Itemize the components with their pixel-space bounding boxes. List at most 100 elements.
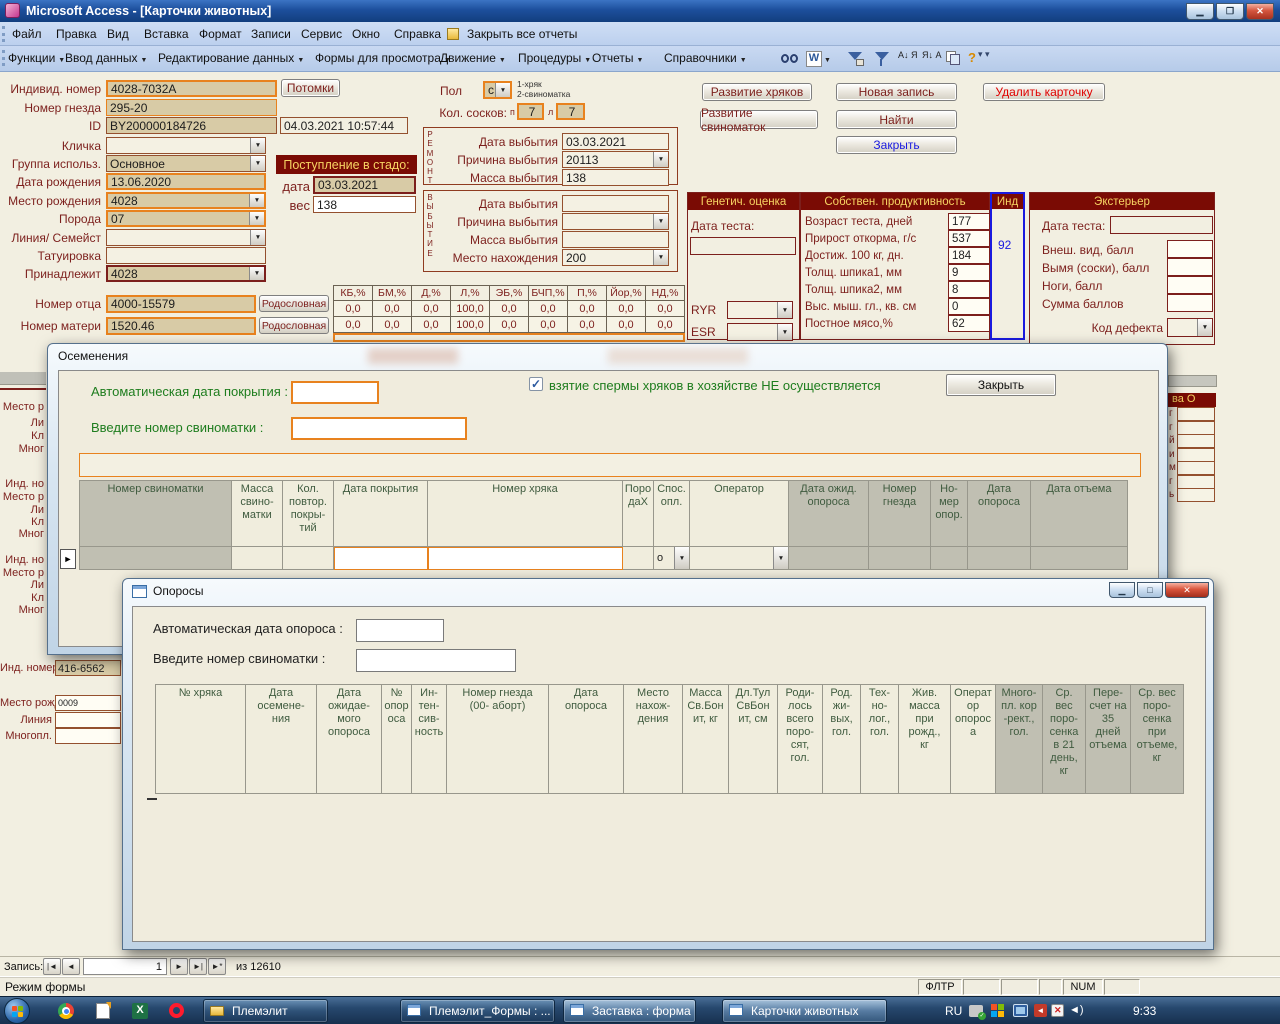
genetics-test-date-field[interactable] bbox=[690, 237, 796, 255]
marker-esr-dropdown[interactable]: ▼ bbox=[727, 323, 793, 341]
filter-icon[interactable] bbox=[874, 52, 890, 66]
teats-right-field[interactable]: 7 bbox=[556, 103, 585, 120]
field-8[interactable]: 07▼ bbox=[106, 210, 266, 227]
field-7[interactable]: 4028▼ bbox=[106, 192, 266, 209]
new-row-cell[interactable] bbox=[968, 547, 1031, 570]
menu-item-close-reports[interactable]: Закрыть все отчеты bbox=[463, 25, 581, 43]
vybytie-row-field[interactable] bbox=[562, 195, 669, 212]
prev-record-button[interactable]: ◄ bbox=[62, 958, 80, 975]
menu-item-2[interactable]: Правка bbox=[52, 25, 101, 43]
excel-icon[interactable]: X bbox=[132, 1003, 148, 1019]
task-button-1[interactable]: Племэлит bbox=[203, 999, 328, 1023]
menu-item-9[interactable]: Справка bbox=[390, 25, 445, 43]
toolbar-menu-3[interactable]: Редактирование данных▼ bbox=[158, 51, 304, 65]
calendar-tray-icon[interactable]: ✕ bbox=[1051, 1004, 1064, 1017]
chevron-down-icon[interactable]: ▼ bbox=[777, 302, 792, 318]
menu-item-7[interactable]: Сервис bbox=[297, 25, 346, 43]
menu-item-8[interactable]: Окно bbox=[348, 25, 384, 43]
toolbar-menu-8[interactable]: Справочники▼ bbox=[664, 51, 747, 65]
close-form-button[interactable]: Закрыть bbox=[836, 136, 957, 154]
menu-item-6[interactable]: Записи bbox=[247, 25, 295, 43]
current-record-input[interactable]: 1 bbox=[83, 958, 167, 975]
maximize-button[interactable]: □ bbox=[1137, 582, 1163, 598]
menu-item-4[interactable]: Вставка bbox=[140, 25, 193, 43]
sow-development-button[interactable]: Развитие свиноматок bbox=[700, 110, 818, 129]
new-row-cell[interactable] bbox=[931, 547, 968, 570]
next-record-button[interactable]: ► bbox=[170, 958, 188, 975]
speaker-tray-icon[interactable]: ◄) bbox=[1069, 1004, 1084, 1016]
task-button-4[interactable]: Карточки животных bbox=[722, 999, 887, 1023]
toolbar-menu-1[interactable]: Функции▼ bbox=[8, 51, 65, 65]
sex-dropdown[interactable]: с▼ bbox=[483, 81, 512, 99]
new-row-cell[interactable] bbox=[232, 547, 283, 570]
remont-row-field[interactable]: 03.03.2021 bbox=[562, 133, 669, 150]
close-button[interactable]: ✕ bbox=[1246, 3, 1274, 20]
properties-icon[interactable] bbox=[946, 51, 962, 66]
minimize-button[interactable]: ▁ bbox=[1109, 582, 1135, 598]
exterior-score-field[interactable] bbox=[1167, 294, 1213, 312]
pedigree-button[interactable]: Родословная bbox=[259, 317, 329, 334]
field-10[interactable] bbox=[106, 247, 266, 264]
row-selector[interactable]: ► bbox=[60, 549, 76, 569]
menu-item-3[interactable]: Вид bbox=[103, 25, 133, 43]
sort-asc-icon[interactable]: А↓ Я bbox=[898, 51, 918, 59]
vybytie-row-field[interactable]: ▼ bbox=[562, 213, 669, 230]
boar-development-button[interactable]: Развитие хряков bbox=[702, 83, 812, 101]
chevron-down-icon[interactable]: ▼ bbox=[653, 152, 668, 167]
chevron-down-icon[interactable]: ▼ bbox=[495, 83, 510, 97]
dialog-close-button[interactable]: Закрыть bbox=[946, 374, 1056, 396]
new-row-cell[interactable] bbox=[334, 547, 428, 570]
toolbar-menu-4[interactable]: Формы для просмотра▼ bbox=[315, 51, 451, 65]
vybytie-row-field[interactable] bbox=[562, 231, 669, 248]
exterior-score-field[interactable] bbox=[1167, 276, 1213, 294]
toolbar-menu-5[interactable]: Движение▼ bbox=[440, 51, 506, 65]
field-4[interactable]: ▼ bbox=[106, 137, 266, 154]
chevron-down-icon[interactable]: ▼ bbox=[674, 547, 689, 569]
exterior-score-field[interactable] bbox=[1167, 258, 1213, 276]
chevron-down-icon[interactable]: ▼ bbox=[250, 230, 265, 245]
menu-item-1[interactable]: Файл bbox=[8, 25, 46, 43]
toolbar-menu-7[interactable]: Отчеты▼ bbox=[592, 51, 643, 65]
defect-code-dropdown[interactable]: ▼ bbox=[1167, 318, 1213, 337]
chevron-down-icon[interactable]: ▼ bbox=[250, 156, 265, 171]
exterior-test-date-field[interactable] bbox=[1110, 216, 1213, 234]
new-row-cell[interactable] bbox=[79, 547, 232, 570]
muted-speaker-tray-icon[interactable]: ◄ bbox=[1034, 1004, 1047, 1017]
new-row-cell[interactable]: о▼ bbox=[654, 547, 690, 570]
new-row-cell[interactable]: ▼ bbox=[690, 547, 789, 570]
first-record-button[interactable]: |◄ bbox=[43, 958, 61, 975]
new-row-cell[interactable] bbox=[283, 547, 334, 570]
chevron-down-icon[interactable]: ▼ bbox=[773, 547, 788, 569]
find-icon[interactable] bbox=[780, 52, 800, 66]
marker-ryr-dropdown[interactable]: ▼ bbox=[727, 301, 793, 319]
mother-number-field[interactable]: 1520.46 bbox=[106, 317, 256, 335]
new-row-cell[interactable] bbox=[428, 547, 623, 570]
new-record-nav-button[interactable]: ►* bbox=[208, 958, 226, 975]
chevron-down-icon[interactable]: ▼ bbox=[777, 324, 792, 340]
sow-number-input[interactable] bbox=[291, 417, 467, 440]
menu-item-5[interactable]: Формат bbox=[195, 25, 246, 43]
last-record-button[interactable]: ►| bbox=[189, 958, 207, 975]
chrome-icon[interactable] bbox=[58, 1003, 74, 1019]
task-button-3[interactable]: Заставка : форма bbox=[563, 999, 696, 1023]
sort-desc-icon[interactable]: Я↓ А bbox=[922, 51, 942, 59]
start-button[interactable] bbox=[4, 998, 30, 1024]
filter-by-form-icon[interactable] bbox=[848, 52, 864, 66]
opera-icon[interactable] bbox=[169, 1003, 184, 1018]
chevron-down-icon[interactable]: ▼ bbox=[249, 194, 264, 207]
toolbar-menu-6[interactable]: Процедуры▼ bbox=[518, 51, 591, 65]
new-row-cell[interactable] bbox=[1031, 547, 1128, 570]
restore-button[interactable]: ❐ bbox=[1216, 3, 1244, 20]
no-semen-checkbox[interactable]: ✓ bbox=[529, 377, 543, 391]
field-1[interactable]: 4028-7032A bbox=[106, 80, 277, 97]
field-6[interactable]: 13.06.2020 bbox=[106, 173, 266, 190]
chevron-down-icon[interactable]: ▼ bbox=[653, 250, 668, 265]
toolbar-menu-2[interactable]: Ввод данных▼ bbox=[65, 51, 147, 65]
chevron-down-icon[interactable]: ▼ bbox=[653, 214, 668, 229]
remont-row-field[interactable]: 138 bbox=[562, 169, 669, 186]
arrival-date-field[interactable]: 03.03.2021 bbox=[313, 176, 416, 194]
descendants-button[interactable]: Потомки bbox=[281, 79, 340, 97]
close-button[interactable]: ✕ bbox=[1165, 582, 1209, 598]
toolbar-overflow-icon[interactable]: ▾ ▾ bbox=[978, 51, 990, 58]
remont-row-field[interactable]: 20113▼ bbox=[562, 151, 669, 168]
